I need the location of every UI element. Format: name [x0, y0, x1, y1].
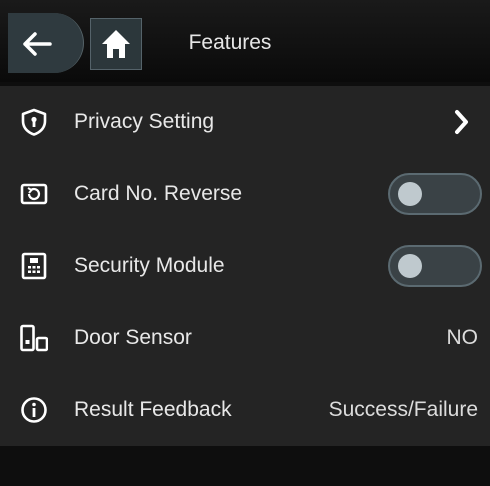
list-item-privacy-setting[interactable]: Privacy Setting [0, 86, 490, 158]
features-screen: Features Privacy Setting Card No. Revers… [0, 0, 490, 486]
security-module-icon [21, 252, 47, 280]
list-item-card-no-reverse: Card No. Reverse [0, 158, 490, 230]
toggle-knob [398, 182, 422, 206]
home-icon [102, 30, 130, 58]
arrow-left-icon [23, 32, 52, 56]
door-sensor-icon [20, 324, 48, 352]
back-button[interactable] [8, 13, 84, 73]
door-sensor-label: Door Sensor [74, 326, 192, 349]
shield-icon [21, 108, 47, 136]
result-feedback-label: Result Feedback [74, 398, 232, 421]
list-item-door-sensor[interactable]: Door Sensor NO [0, 302, 490, 374]
door-sensor-value: NO [446, 326, 479, 349]
result-feedback-value: Success/Failure [328, 398, 478, 421]
card-no-reverse-toggle[interactable] [388, 173, 482, 215]
security-module-toggle[interactable] [388, 245, 482, 287]
list-item-result-feedback[interactable]: Result Feedback Success/Failure [0, 374, 490, 446]
toggle-knob [398, 254, 422, 278]
privacy-setting-label: Privacy Setting [74, 110, 215, 133]
list-item-security-module: Security Module [0, 230, 490, 302]
header-bar: Features [0, 0, 490, 82]
page-title: Features [188, 31, 272, 54]
security-module-label: Security Module [74, 254, 225, 277]
chevron-right-icon [455, 110, 468, 134]
card-reverse-icon [20, 183, 48, 205]
home-button[interactable] [90, 18, 142, 70]
card-no-reverse-label: Card No. Reverse [74, 182, 243, 205]
info-icon [21, 397, 47, 423]
